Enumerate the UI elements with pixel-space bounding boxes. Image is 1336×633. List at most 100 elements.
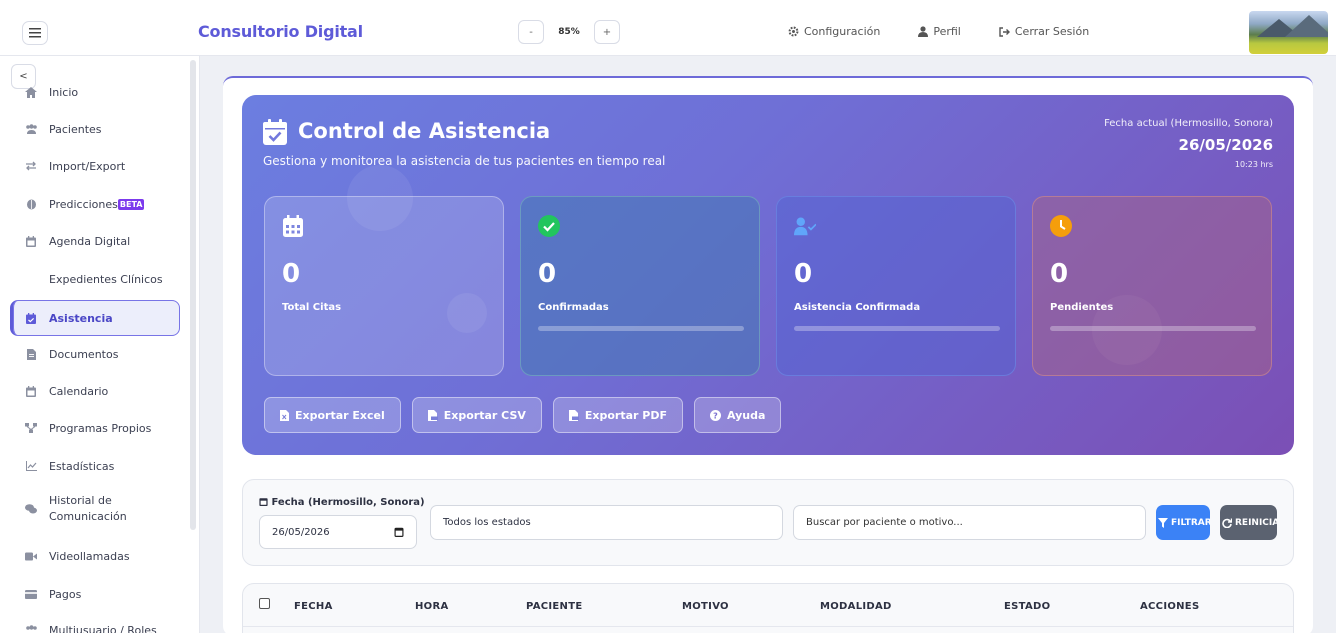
nav-label: Configuración [804, 25, 881, 38]
top-nav: Configuración Perfil Cerrar Sesión [788, 25, 1089, 38]
date-filter-label: Fecha (Hermosillo, Sonora) [259, 497, 425, 508]
stat-card-asistencia: 0 Asistencia Confirmada [776, 196, 1016, 376]
column-header-motivo[interactable]: MOTIVO [682, 601, 729, 612]
users-cog-icon [24, 623, 38, 633]
nav-configuracion[interactable]: Configuración [788, 25, 880, 38]
exchange-icon [24, 159, 38, 173]
comments-icon [24, 502, 38, 516]
export-excel-button[interactable]: Exportar Excel [264, 397, 401, 433]
top-bar: Consultorio Digital - 85% + Configuració… [0, 0, 1336, 56]
sidebar: < Inicio Pacientes Import/Export Predicc… [0, 56, 200, 633]
progress-bar [538, 326, 744, 331]
attendance-hero: Control de Asistencia Gestiona y monitor… [242, 95, 1294, 455]
sidebar-item-estadisticas[interactable]: Estadísticas [10, 448, 180, 484]
sidebar-item-label: Historial de Comunicación [49, 494, 127, 523]
calendar-icon [259, 498, 268, 506]
sidebar-item-historial[interactable]: Historial de Comunicación [10, 486, 180, 532]
sidebar-item-documentos[interactable]: Documentos [10, 336, 180, 372]
reset-button[interactable]: REINICIAR [1220, 505, 1277, 540]
sidebar-item-predicciones[interactable]: Predicciones BETA [10, 186, 180, 222]
attendance-table: FECHA HORA PACIENTE MOTIVO MODALIDAD EST… [242, 583, 1294, 633]
sidebar-item-pagos[interactable]: Pagos [10, 576, 180, 612]
column-header-acciones[interactable]: ACCIONES [1140, 601, 1199, 612]
avatar[interactable] [1249, 11, 1328, 54]
logout-icon [999, 26, 1010, 37]
current-date-label: Fecha actual (Hermosillo, Sonora) [1104, 118, 1273, 129]
stat-label: Confirmadas [538, 302, 609, 313]
stat-card-pendientes: 0 Pendientes [1032, 196, 1272, 376]
nav-perfil[interactable]: Perfil [918, 25, 961, 38]
current-date: 26/05/2026 [1178, 136, 1273, 154]
stat-card-total: 0 Total Citas [264, 196, 504, 376]
stat-label: Pendientes [1050, 302, 1114, 313]
nav-label: Perfil [933, 25, 961, 38]
export-csv-button[interactable]: Exportar CSV [411, 397, 542, 433]
menu-toggle-button[interactable] [22, 21, 48, 45]
sidebar-item-label: Asistencia [49, 311, 113, 325]
sidebar-item-calendario[interactable]: Calendario [10, 373, 180, 409]
calendar-icon [24, 384, 38, 398]
sidebar-item-label: Estadísticas [49, 459, 115, 473]
sidebar-item-videollamadas[interactable]: Videollamadas [10, 538, 180, 574]
date-input[interactable]: 26/05/2026 [259, 515, 417, 549]
status-select[interactable]: Todos los estados [430, 505, 783, 540]
help-button[interactable]: ? Ayuda [694, 397, 782, 433]
sidebar-item-asistencia[interactable]: Asistencia [10, 300, 180, 336]
nav-cerrar-sesion[interactable]: Cerrar Sesión [999, 25, 1089, 38]
current-time: 10:23 hrs [1234, 160, 1273, 169]
stat-value: 0 [794, 259, 813, 289]
svg-text:?: ? [713, 411, 718, 420]
stat-value: 0 [538, 259, 557, 289]
button-label: Ayuda [727, 408, 766, 422]
sidebar-item-agenda-digital[interactable]: Agenda Digital [10, 223, 180, 259]
zoom-out-button[interactable]: - [518, 20, 544, 44]
file-excel-icon [280, 409, 289, 421]
search-input[interactable]: Buscar por paciente o motivo... [793, 505, 1146, 540]
sidebar-item-label: Pacientes [49, 122, 102, 136]
sidebar-item-import-export[interactable]: Import/Export [10, 148, 180, 184]
export-actions: Exportar Excel Exportar CSV Exportar PDF… [264, 397, 782, 433]
sidebar-item-pacientes[interactable]: Pacientes [10, 111, 180, 147]
select-all-checkbox[interactable] [259, 598, 270, 609]
filter-icon [1158, 517, 1168, 528]
network-icon [24, 421, 38, 435]
user-icon [918, 26, 929, 37]
filter-button[interactable]: FILTRAR [1156, 505, 1210, 540]
column-header-modalidad[interactable]: MODALIDAD [820, 601, 892, 612]
button-label: Exportar Excel [295, 408, 385, 422]
stat-label: Total Citas [282, 302, 342, 313]
sidebar-item-label: Videollamadas [49, 549, 130, 563]
date-value: 26/05/2026 [272, 526, 330, 538]
button-label: Exportar PDF [584, 408, 667, 422]
file-pdf-icon [568, 409, 579, 421]
brain-icon [24, 197, 38, 211]
column-header-hora[interactable]: HORA [415, 601, 449, 612]
column-header-fecha[interactable]: FECHA [294, 601, 333, 612]
column-header-estado[interactable]: ESTADO [1004, 601, 1050, 612]
zoom-in-button[interactable]: + [594, 20, 620, 44]
column-header-paciente[interactable]: PACIENTE [526, 601, 582, 612]
file-icon [24, 347, 38, 361]
gear-icon [788, 26, 799, 37]
sidebar-item-programas-propios[interactable]: Programas Propios [10, 410, 180, 446]
stat-value: 0 [1050, 259, 1069, 289]
zoom-level: 85% [558, 27, 580, 37]
filters-panel: Fecha (Hermosillo, Sonora) 26/05/2026 To… [242, 479, 1294, 566]
sidebar-item-inicio[interactable]: Inicio [10, 74, 180, 110]
export-pdf-button[interactable]: Exportar PDF [552, 397, 683, 433]
video-icon [24, 549, 38, 563]
home-icon [24, 85, 38, 99]
refresh-icon [1222, 518, 1232, 528]
sidebar-item-expedientes[interactable]: Expedientes Clínicos [10, 261, 180, 297]
sidebar-item-multiusuario[interactable]: Multiusuario / Roles [10, 612, 180, 633]
user-check-icon [794, 215, 816, 237]
nav-label: Cerrar Sesión [1014, 25, 1090, 38]
sidebar-item-label: Agenda Digital [49, 234, 131, 248]
brand-title[interactable]: Consultorio Digital [198, 22, 363, 41]
page-title: Control de Asistencia [298, 119, 551, 143]
stat-value: 0 [282, 259, 301, 289]
sidebar-item-label: Pagos [49, 587, 82, 601]
calendar-icon[interactable] [394, 527, 404, 537]
sidebar-scrollbar[interactable] [190, 60, 196, 530]
stat-label: Asistencia Confirmada [794, 302, 921, 313]
